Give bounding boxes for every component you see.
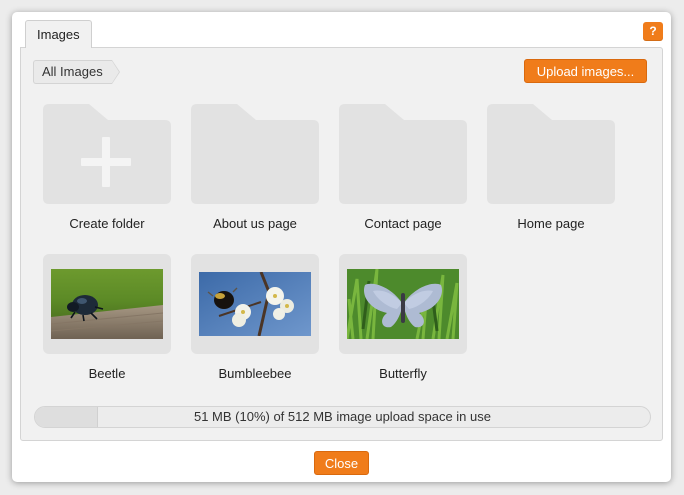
close-button[interactable]: Close (314, 451, 369, 475)
image-label: Bumbleebee (218, 366, 292, 381)
thumbnail-frame (43, 254, 171, 354)
image-tile-bumblebee[interactable]: Bumbleebee (190, 254, 320, 384)
create-folder-tile[interactable]: Create folder (42, 104, 172, 234)
upload-images-button[interactable]: Upload images... (524, 59, 647, 83)
help-button[interactable]: ? (643, 22, 663, 41)
image-label: Butterfly (379, 366, 427, 381)
butterfly-thumbnail (347, 269, 459, 339)
folder-plus-icon (43, 104, 171, 204)
folder-icon (339, 104, 467, 204)
help-icon: ? (649, 24, 657, 38)
image-label: Beetle (88, 366, 126, 381)
image-tile-butterfly[interactable]: Butterfly (338, 254, 468, 384)
folder-label: Contact page (364, 216, 442, 231)
folder-label: Home page (517, 216, 585, 231)
breadcrumb: All Images (33, 60, 120, 84)
folder-label: Create folder (69, 216, 145, 231)
images-panel: All Images Upload images... Create folde… (20, 47, 663, 441)
upload-images-label: Upload images... (536, 64, 635, 79)
folder-label: About us page (213, 216, 297, 231)
folder-icon (191, 104, 319, 204)
folder-icon (487, 104, 615, 204)
folder-about-us-page[interactable]: About us page (190, 104, 320, 234)
tab-images-label: Images (37, 27, 80, 42)
upload-space-text: 51 MB (10%) of 512 MB image upload space… (193, 409, 491, 424)
upload-space-progress: 51 MB (10%) of 512 MB image upload space… (34, 406, 651, 428)
beetle-thumbnail (51, 269, 163, 339)
bumblebee-thumbnail (199, 272, 311, 336)
close-button-label: Close (324, 456, 359, 471)
folder-home-page[interactable]: Home page (486, 104, 616, 234)
breadcrumb-item-all-images[interactable]: All Images (33, 60, 120, 84)
thumbnail-frame (191, 254, 319, 354)
tab-images[interactable]: Images (25, 20, 92, 48)
thumbnail-frame (339, 254, 467, 354)
images-dialog: Images ? All Images Upload images... Cre… (12, 12, 671, 482)
folder-contact-page[interactable]: Contact page (338, 104, 468, 234)
image-tile-beetle[interactable]: Beetle (42, 254, 172, 384)
